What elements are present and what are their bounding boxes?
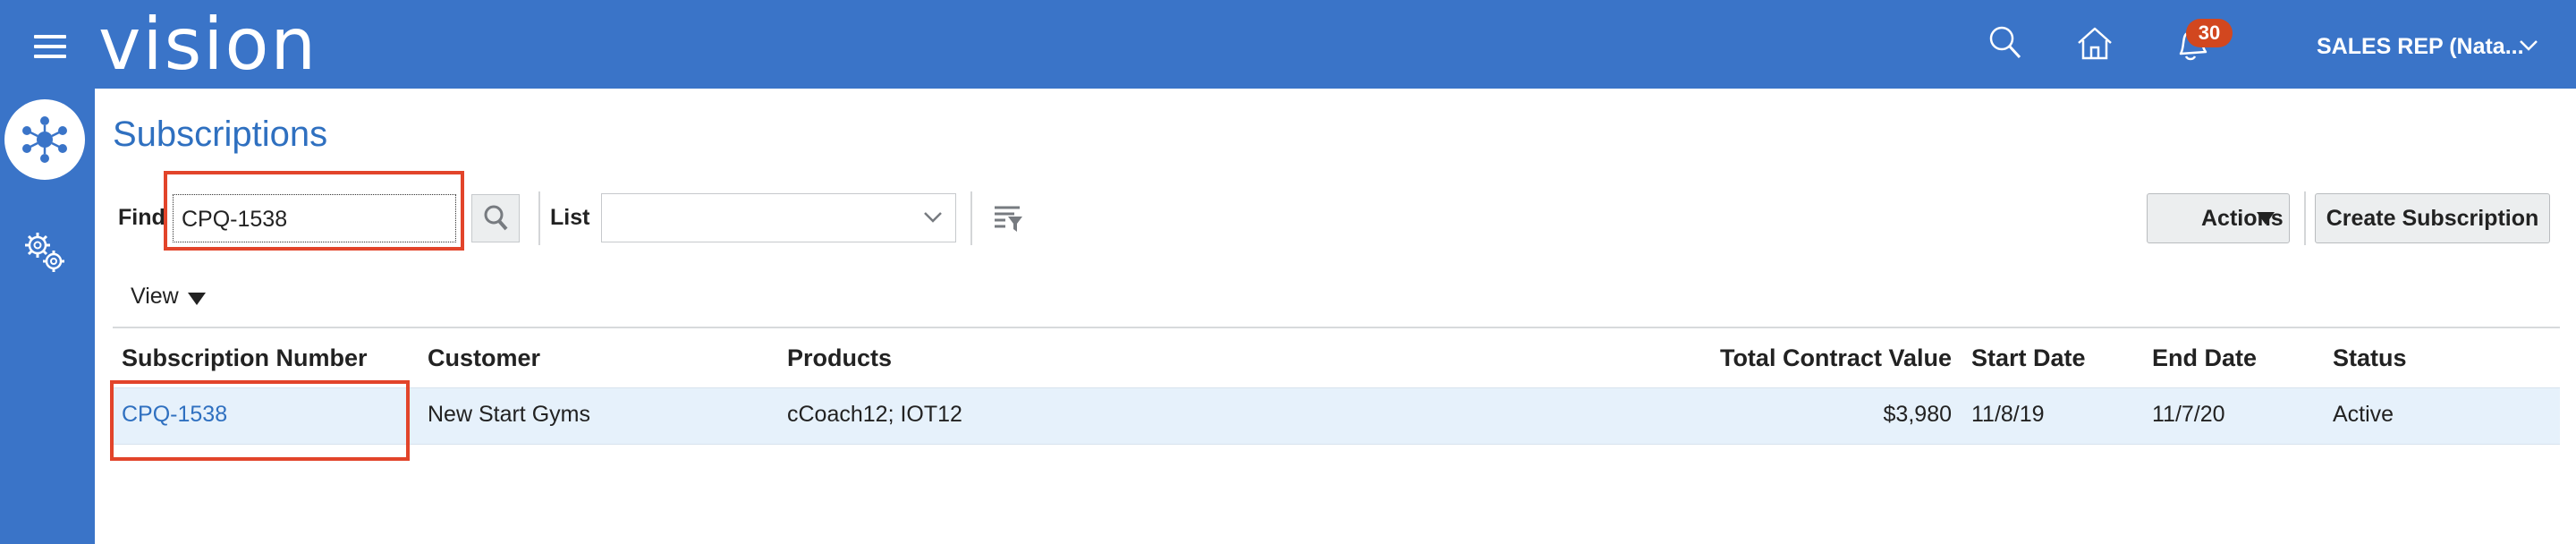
table-divider: [113, 327, 2560, 328]
toolbar-divider: [970, 191, 972, 245]
chevron-down-icon[interactable]: [2519, 39, 2538, 52]
start-date-cell: 11/8/19: [1971, 402, 2045, 427]
column-header-total-contract-value[interactable]: Total Contract Value: [1720, 344, 1952, 372]
menu-icon[interactable]: [34, 35, 66, 58]
workspace-network-icon: [22, 116, 67, 163]
chevron-down-icon: [924, 212, 942, 223]
column-header-status[interactable]: Status: [2333, 344, 2407, 372]
customer-cell: New Start Gyms: [428, 402, 590, 427]
create-subscription-button[interactable]: Create Subscription: [2315, 193, 2550, 243]
column-header-customer[interactable]: Customer: [428, 344, 540, 372]
column-header-end-date[interactable]: End Date: [2152, 344, 2257, 372]
actions-button[interactable]: Actions: [2147, 193, 2290, 243]
caret-down-icon: [2257, 212, 2275, 225]
search-icon[interactable]: [1986, 23, 2025, 63]
toolbar-divider: [2304, 191, 2306, 245]
home-icon[interactable]: [2075, 23, 2114, 63]
left-nav: [0, 89, 95, 544]
column-header-start-date[interactable]: Start Date: [1971, 344, 2086, 372]
find-input[interactable]: CPQ-1538: [173, 194, 456, 242]
top-bar: vision 30 SALES REP (Nata...: [0, 0, 2576, 89]
advanced-filter-icon[interactable]: [993, 204, 1023, 234]
list-label: List: [550, 205, 590, 230]
column-header-products[interactable]: Products: [787, 344, 892, 372]
end-date-cell: 11/7/20: [2152, 402, 2225, 427]
status-cell: Active: [2333, 402, 2394, 427]
products-cell: cCoach12; IOT12: [787, 402, 962, 427]
toolbar-divider: [538, 191, 540, 245]
user-menu[interactable]: SALES REP (Nata...: [2317, 34, 2524, 60]
search-icon: [484, 205, 508, 231]
view-menu[interactable]: View: [131, 284, 179, 310]
list-select[interactable]: [601, 193, 956, 242]
workspace-nav-button[interactable]: [4, 99, 85, 180]
caret-down-icon[interactable]: [188, 293, 206, 305]
page-title: Subscriptions: [113, 115, 328, 154]
notification-badge[interactable]: 30: [2186, 19, 2233, 47]
subscription-number-highlight: [110, 380, 410, 461]
brand-logo[interactable]: vision: [98, 2, 318, 88]
find-search-button[interactable]: [471, 194, 520, 242]
find-label: Find: [118, 205, 165, 230]
gears-icon[interactable]: [20, 227, 70, 277]
total-contract-value-cell: $3,980: [1883, 402, 1952, 427]
column-header-subscription-number[interactable]: Subscription Number: [122, 344, 368, 372]
